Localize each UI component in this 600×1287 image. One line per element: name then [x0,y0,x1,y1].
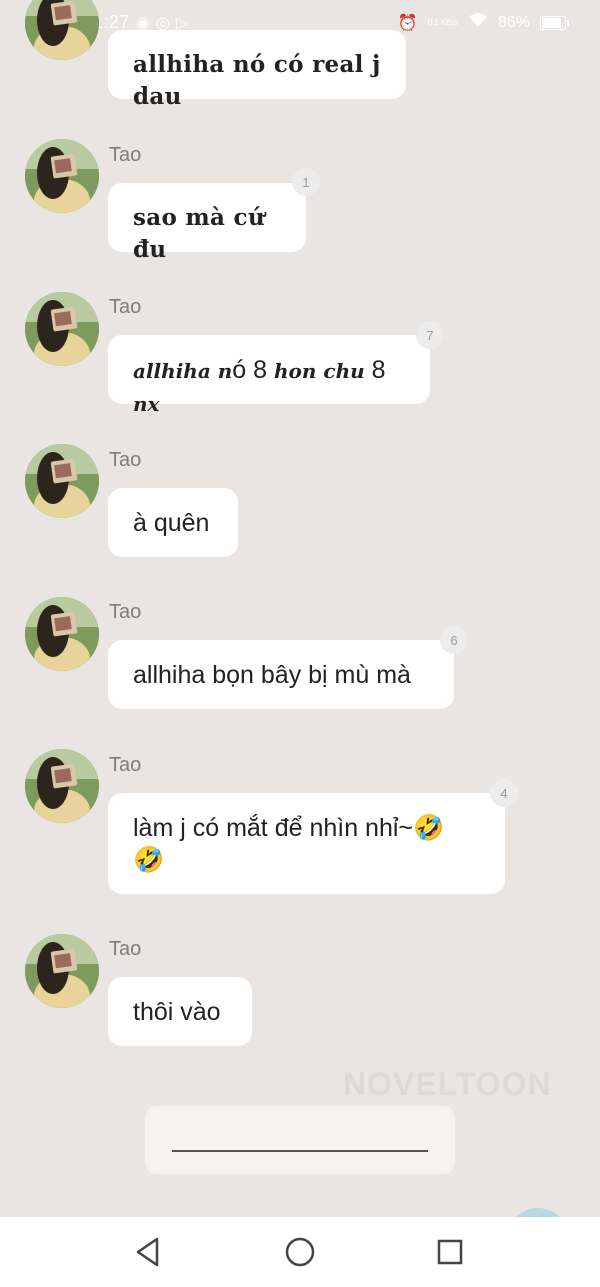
navigation-bar [0,1217,600,1287]
avatar[interactable] [25,139,99,213]
sender-name: Tao [109,601,142,623]
message-text: allhiha bọn bây bị mù mà [133,661,411,689]
wifi-icon [468,12,488,33]
comment-count-badge[interactable]: 4 [490,779,518,807]
comment-count-badge[interactable]: 6 [440,626,468,654]
message-text: làm j có mắt để nhìn nhỉ~🤣 [133,814,445,842]
message-bubble[interactable]: thôi vào [108,977,252,1046]
avatar[interactable] [25,934,99,1008]
message-text: sao mà cứ đu [133,204,265,263]
message-text-script: hon chu [274,359,365,383]
message-text: 8 [364,356,386,384]
message-bubble[interactable]: allhiha nó 8 hon chu 8 nx [108,335,430,416]
sender-name: Tao [109,296,142,318]
message-bubble[interactable]: allhiha nó có real j dau [108,30,406,110]
sender-name: Tao [109,449,142,471]
recents-icon[interactable] [432,1234,468,1270]
message-text: à quên [133,509,210,537]
message-bubble[interactable]: allhiha bọn bây bị mù mà [108,640,454,709]
message-text: allhiha nó có real j dau [133,51,381,110]
message-text: ó 8 [232,356,274,384]
battery-percent: 86% [497,13,530,31]
message-text: thôi vào [133,998,221,1026]
blank-line [172,1150,428,1152]
net-speed: 0.1 KB/s [427,17,458,27]
watermark-logo: NOVELTOON [343,1066,552,1102]
home-icon[interactable] [282,1234,318,1270]
alarm-icon: ⏰ [397,14,418,32]
avatar[interactable] [25,444,99,518]
sender-name: Tao [109,754,142,776]
avatar[interactable] [25,597,99,671]
sender-name: Tao [109,144,142,166]
message-bubble[interactable]: sao mà cứ đu [108,183,306,263]
message-text: 🤣 [133,846,165,874]
battery-icon [540,15,569,30]
message-bubble[interactable]: à quên [108,488,238,557]
back-icon[interactable] [130,1234,166,1270]
comment-count-badge[interactable]: 7 [416,321,444,349]
comment-count-badge[interactable]: 1 [292,168,320,196]
avatar[interactable] [25,292,99,366]
blank-message-box[interactable] [145,1106,455,1174]
sender-name: Tao [109,938,142,960]
avatar[interactable] [25,0,99,60]
message-bubble[interactable]: làm j có mắt để nhìn nhỉ~🤣 🤣 [108,793,505,894]
avatar[interactable] [25,749,99,823]
message-text-script: allhiha n [133,359,233,383]
message-text-script: nx [133,392,160,416]
